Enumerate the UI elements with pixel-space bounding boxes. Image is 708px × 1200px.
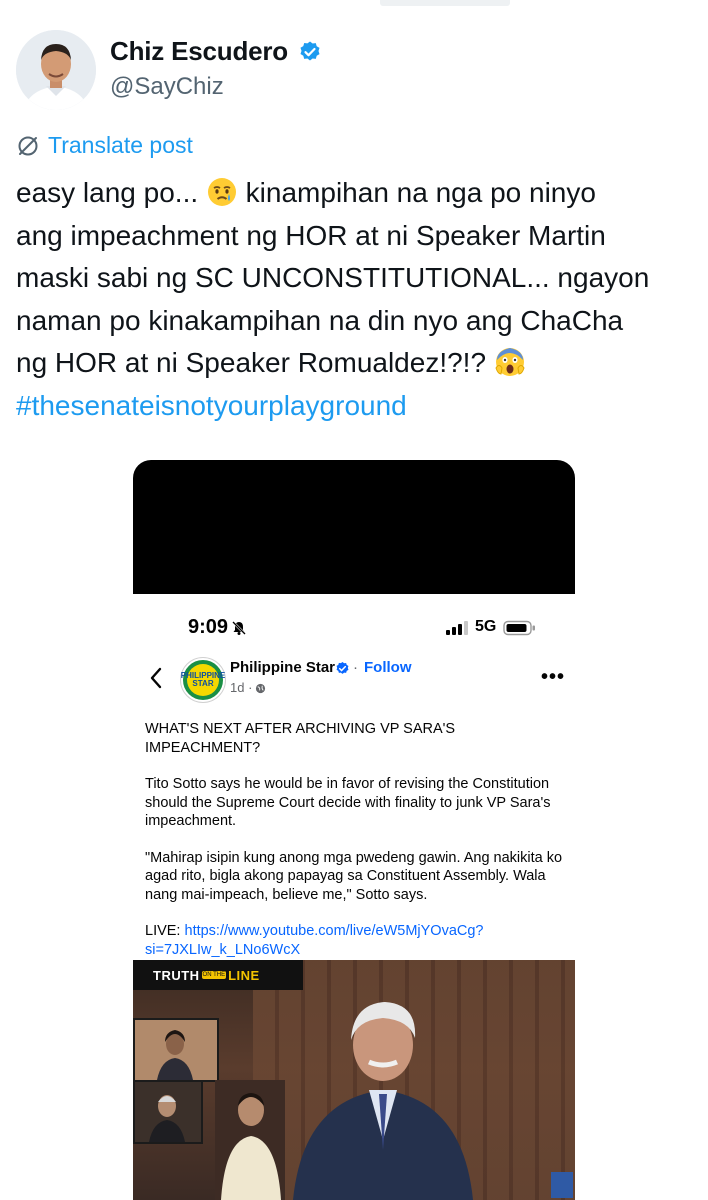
fb-live-line: LIVE: https://www.youtube.com/live/eW5Mj… — [145, 922, 565, 959]
speaker-senator-figure — [293, 1002, 473, 1200]
fb-paragraph-2: Tito Sotto says he would be in favor of … — [145, 776, 551, 829]
background-person — [215, 1080, 285, 1200]
post-text-segment: easy lang po... — [16, 177, 206, 208]
status-time: 9:09 — [188, 616, 229, 638]
post-age: 1d · — [230, 680, 253, 695]
post-text-segment: kinampihan na nga po ninyo — [237, 177, 596, 208]
post-line-5: ng HOR at ni Speaker Romualdez!?!? — [16, 342, 696, 385]
phone-status-bar: 9:09 5G — [133, 608, 575, 648]
live-label: LIVE: — [145, 923, 185, 939]
post-text-segment: ng HOR at ni Speaker Romualdez!?!? — [16, 347, 494, 378]
background-person-figure — [215, 1080, 285, 1200]
post-line-3: maski sabi ng SC UNCONSTITUTIONAL... nga… — [16, 262, 650, 293]
translate-post-label: Translate post — [48, 132, 193, 158]
top-strip — [0, 0, 708, 14]
post-line-1: easy lang po... kinampihan na nga po nin… — [16, 172, 696, 215]
profile-name-block: Chiz Escudero @SayChiz — [110, 36, 322, 101]
signal-bars-icon — [446, 621, 468, 635]
philippine-star-logo[interactable]: PHILIPPINE STAR — [181, 658, 225, 702]
fb-post-text: WHAT'S NEXT AFTER ARCHIVING VP SARA'S IM… — [145, 720, 565, 977]
screaming-face-emoji — [495, 348, 525, 376]
network-type: 5G — [475, 618, 497, 635]
guest-1-figure — [135, 1020, 217, 1080]
video-panel-guest-2 — [133, 1080, 203, 1144]
channel-badge — [551, 1172, 573, 1198]
guest-2-figure — [135, 1082, 201, 1142]
verified-badge-icon — [300, 41, 320, 60]
logo-text: PHILIPPINE STAR — [180, 671, 226, 688]
page-verified-icon — [336, 661, 349, 674]
speaker-figure — [283, 990, 483, 1200]
globe-icon — [255, 683, 266, 694]
battery-icon — [503, 620, 535, 636]
avatar[interactable] — [16, 30, 96, 110]
follow-button[interactable]: Follow — [364, 659, 412, 676]
brand-on-the: ON THE — [201, 971, 227, 979]
post-line-4: naman po kinakampihan na din nyo ang Cha… — [16, 304, 624, 336]
brand-truth: TRUTH — [153, 967, 200, 983]
fb-paragraph-1: WHAT'S NEXT AFTER ARCHIVING VP SARA'S IM… — [145, 721, 456, 756]
post-media-image[interactable]: 9:09 5G PHILIPPINE STAR Philippine Star — [133, 460, 575, 1200]
post-text: easy lang po... kinampihan na nga po nin… — [16, 172, 696, 427]
live-link[interactable]: https://www.youtube.com/live/eW5MjYOvaCg… — [145, 923, 483, 958]
avatar-photo — [16, 30, 96, 110]
separator-dot: · — [353, 659, 358, 676]
crying-face-emoji — [207, 178, 236, 206]
translate-globe-icon — [18, 136, 38, 155]
media-black-area — [133, 460, 575, 594]
fb-post-header: PHILIPPINE STAR Philippine Star · Follow… — [133, 656, 575, 706]
brand-line: LINE — [228, 967, 260, 983]
more-options-icon[interactable]: ••• — [541, 666, 565, 689]
video-panel-guest-1 — [133, 1018, 219, 1082]
show-brand-logo: TRUTH ON THE LINE — [133, 960, 303, 990]
page-name[interactable]: Philippine Star — [230, 659, 335, 676]
post-line-2: ang impeachment ng HOR at ni Speaker Mar… — [16, 219, 606, 251]
user-handle[interactable]: @SayChiz — [110, 73, 322, 101]
silent-bell-icon — [232, 621, 246, 635]
clipped-header-remnant — [380, 0, 510, 6]
translate-post-button[interactable]: Translate post — [16, 132, 193, 159]
back-chevron-icon[interactable] — [149, 666, 163, 690]
video-thumbnail[interactable]: TRUTH ON THE LINE — [133, 960, 575, 1200]
fb-paragraph-3: "Mahirap isipin kung anong mga pwedeng g… — [145, 849, 563, 903]
hashtag-link[interactable]: #thesenateisnotyourplayground — [16, 385, 696, 428]
logo-inner: PHILIPPINE STAR — [181, 664, 225, 696]
display-name[interactable]: Chiz Escudero — [110, 36, 288, 67]
